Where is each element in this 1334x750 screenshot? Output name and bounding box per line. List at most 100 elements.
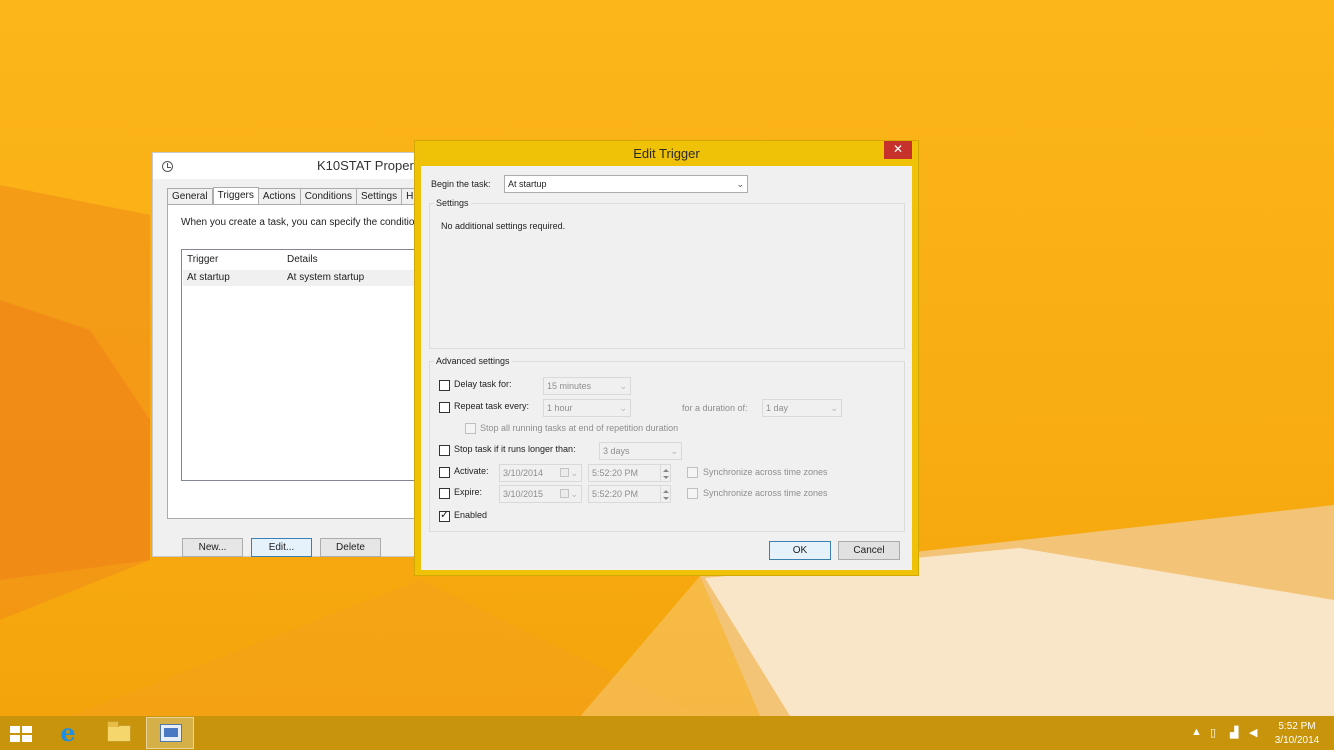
- advanced-group-title: Advanced settings: [434, 356, 512, 366]
- close-button[interactable]: ✕: [884, 141, 912, 159]
- taskbar-internet-explorer[interactable]: e: [44, 717, 92, 749]
- expire-label: Expire:: [454, 487, 483, 497]
- calendar-icon: [560, 489, 569, 498]
- expire-sync-label: Synchronize across time zones: [703, 488, 828, 498]
- task-scheduler-icon: [160, 724, 182, 742]
- ok-button[interactable]: OK: [769, 541, 831, 560]
- activate-label: Activate:: [454, 466, 489, 476]
- taskbar: e ▲ ▯ ▟ ◀ 5:52 PM 3/10/2014: [0, 716, 1334, 750]
- taskbar-file-explorer[interactable]: [95, 717, 143, 749]
- triggers-description: When you create a task, you can specify …: [181, 217, 421, 228]
- folder-icon: [107, 721, 131, 742]
- delete-trigger-button[interactable]: Delete: [320, 538, 381, 557]
- network-icon[interactable]: ▟: [1230, 726, 1238, 739]
- activate-date-picker[interactable]: 3/10/2014 ⌄: [499, 464, 582, 482]
- repeat-label: Repeat task every:: [454, 401, 530, 411]
- repeat-select[interactable]: 1 hour ⌄: [543, 399, 631, 417]
- delay-checkbox[interactable]: [439, 380, 450, 391]
- windows-logo-pane: [22, 726, 32, 733]
- expire-date-picker[interactable]: 3/10/2015 ⌄: [499, 485, 582, 503]
- volume-icon[interactable]: ◀: [1249, 726, 1257, 739]
- properties-titlebar[interactable]: K10STAT Properti: [153, 153, 421, 179]
- begin-task-value: At startup: [508, 179, 547, 189]
- activate-checkbox[interactable]: [439, 467, 450, 478]
- task-clock-icon: [162, 161, 173, 172]
- expire-checkbox[interactable]: [439, 488, 450, 499]
- row-details: At system startup: [287, 272, 365, 283]
- activate-time-picker[interactable]: 5:52:20 PM: [588, 464, 671, 482]
- activate-sync-label: Synchronize across time zones: [703, 467, 828, 477]
- dialog-title: Edit Trigger: [633, 146, 700, 161]
- clock-time[interactable]: 5:52 PM: [1270, 721, 1324, 732]
- chevron-down-icon: ⌄: [619, 403, 627, 413]
- chevron-down-icon: ⌄: [619, 381, 627, 391]
- tab-actions[interactable]: Actions: [258, 188, 301, 205]
- column-header-trigger[interactable]: Trigger: [187, 254, 218, 265]
- enabled-checkbox[interactable]: ✓: [439, 509, 450, 522]
- duration-select[interactable]: 1 day ⌄: [762, 399, 842, 417]
- properties-title: K10STAT Properti: [317, 158, 421, 173]
- duration-label: for a duration of:: [682, 403, 748, 413]
- repeat-checkbox[interactable]: [439, 402, 450, 413]
- triggers-tab-pane: When you create a task, you can specify …: [167, 204, 421, 557]
- chevron-down-icon: ⌄: [670, 446, 678, 456]
- edit-trigger-button[interactable]: Edit...: [251, 538, 312, 557]
- new-trigger-button[interactable]: New...: [182, 538, 243, 557]
- properties-tabs: General Triggers Actions Conditions Sett…: [167, 187, 419, 205]
- task-properties-window: K10STAT Properti General Triggers Action…: [152, 152, 421, 557]
- begin-task-select[interactable]: At startup ⌄: [504, 175, 748, 193]
- chevron-down-icon: ⌄: [736, 179, 744, 189]
- checkmark-icon: ✓: [440, 509, 450, 521]
- spinner-icon[interactable]: [660, 465, 670, 481]
- calendar-icon: [560, 468, 569, 477]
- dialog-client-area: Begin the task: At startup ⌄ Settings No…: [421, 166, 912, 570]
- stop-longer-label: Stop task if it runs longer than:: [454, 444, 576, 454]
- delay-select[interactable]: 15 minutes ⌄: [543, 377, 631, 395]
- repeat-value: 1 hour: [547, 403, 573, 413]
- activate-sync-checkbox[interactable]: [687, 467, 698, 478]
- expire-time-picker[interactable]: 5:52:20 PM: [588, 485, 671, 503]
- tab-triggers[interactable]: Triggers: [212, 187, 259, 205]
- cancel-button[interactable]: Cancel: [838, 541, 900, 560]
- desktop: K10STAT Properti General Triggers Action…: [0, 0, 1334, 750]
- spinner-icon[interactable]: [660, 486, 670, 502]
- taskbar-task-scheduler[interactable]: [146, 717, 194, 749]
- power-icon[interactable]: ▯: [1210, 726, 1216, 739]
- windows-logo-icon: [10, 726, 20, 733]
- stop-longer-value: 3 days: [603, 446, 630, 456]
- stop-longer-select[interactable]: 3 days ⌄: [599, 442, 682, 460]
- stop-running-label: Stop all running tasks at end of repetit…: [480, 423, 679, 433]
- windows-logo-pane: [22, 735, 32, 742]
- chevron-down-icon: ⌄: [570, 489, 578, 499]
- delay-value: 15 minutes: [547, 381, 592, 391]
- expire-time: 5:52:20 PM: [592, 489, 639, 499]
- begin-task-label: Begin the task:: [431, 179, 491, 189]
- start-button[interactable]: [10, 726, 32, 742]
- stop-running-checkbox[interactable]: [465, 423, 476, 434]
- expire-sync-checkbox[interactable]: [687, 488, 698, 499]
- stop-longer-checkbox[interactable]: [439, 445, 450, 456]
- expire-date: 3/10/2015: [503, 489, 544, 499]
- column-header-details[interactable]: Details: [287, 254, 318, 265]
- delay-label: Delay task for:: [454, 379, 512, 389]
- edit-trigger-dialog: Edit Trigger ✕ Begin the task: At startu…: [414, 140, 919, 576]
- show-hidden-icons-icon[interactable]: ▲: [1191, 726, 1202, 738]
- tab-conditions[interactable]: Conditions: [300, 188, 357, 205]
- table-row[interactable]: At startup At system startup: [183, 270, 420, 286]
- chevron-down-icon: ⌄: [570, 468, 578, 478]
- tab-general[interactable]: General: [167, 188, 213, 205]
- close-icon: ✕: [892, 142, 904, 156]
- tab-settings[interactable]: Settings: [356, 188, 403, 205]
- enabled-label: Enabled: [454, 510, 488, 520]
- settings-group-title: Settings: [434, 198, 471, 208]
- settings-group: Settings No additional settings required…: [429, 198, 905, 349]
- internet-explorer-icon: e: [60, 718, 76, 747]
- trigger-list[interactable]: Trigger Details At startup At system sta…: [181, 249, 420, 481]
- windows-logo-pane: [10, 735, 20, 742]
- settings-message: No additional settings required.: [441, 221, 566, 231]
- activate-time: 5:52:20 PM: [592, 468, 639, 478]
- row-trigger: At startup: [187, 272, 230, 283]
- clock-date[interactable]: 3/10/2014: [1270, 735, 1324, 746]
- activate-date: 3/10/2014: [503, 468, 544, 478]
- duration-value: 1 day: [766, 403, 789, 413]
